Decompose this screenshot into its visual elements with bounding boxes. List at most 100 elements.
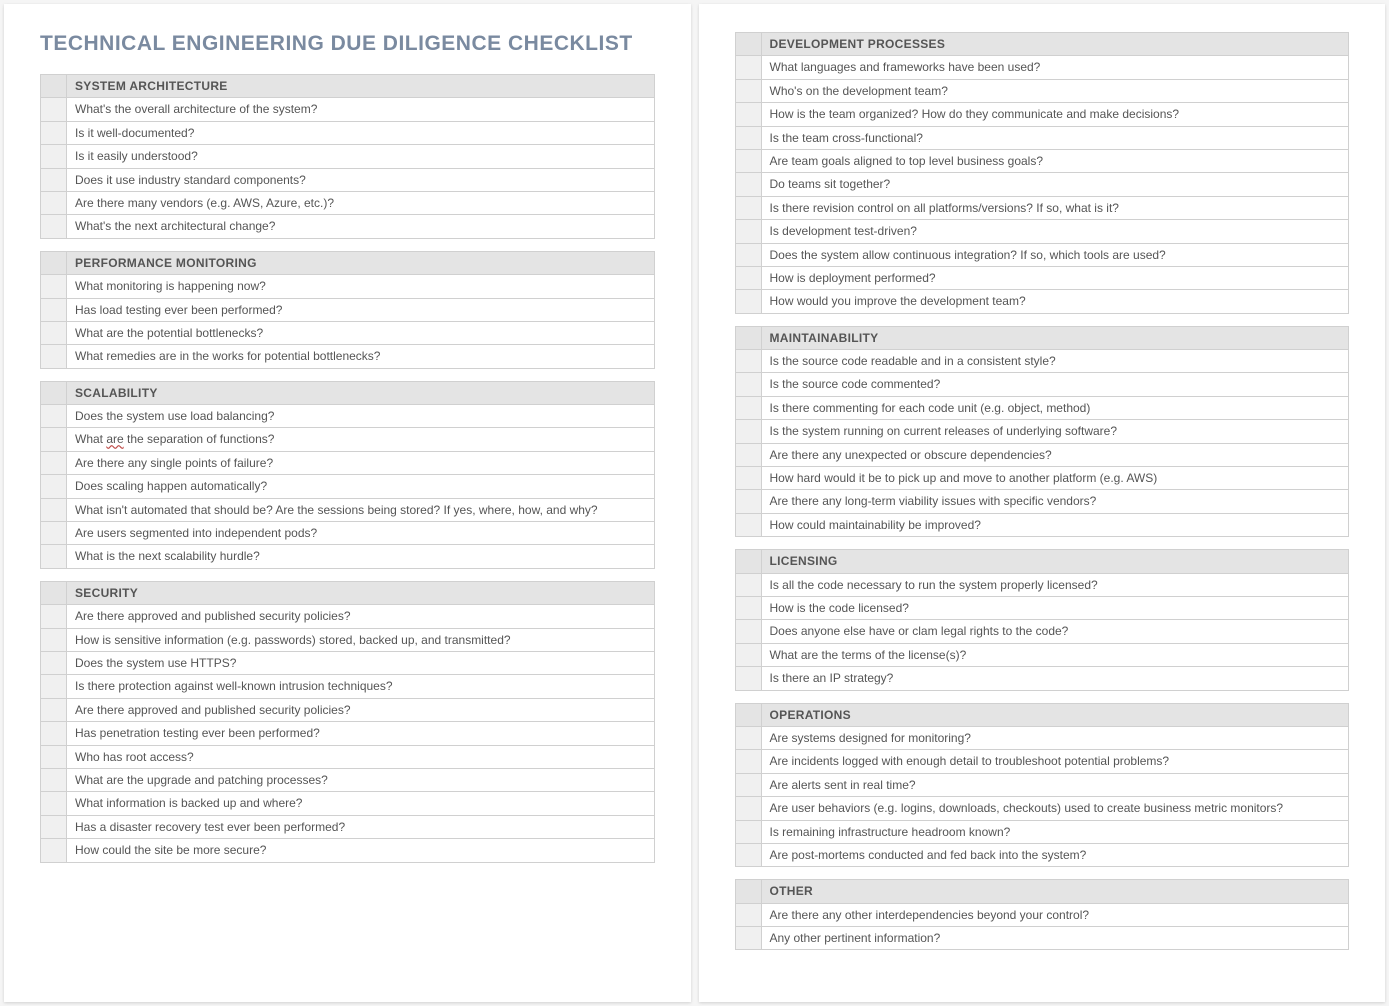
checkbox-cell[interactable]	[735, 726, 761, 749]
checkbox-cell[interactable]	[735, 843, 761, 866]
checkbox-cell[interactable]	[41, 98, 67, 121]
checkbox-cell[interactable]	[41, 275, 67, 298]
checkbox-cell[interactable]	[41, 191, 67, 214]
checkbox-cell[interactable]	[41, 745, 67, 768]
checkbox-cell[interactable]	[41, 451, 67, 474]
checkbox-cell[interactable]	[735, 420, 761, 443]
page-title: TECHNICAL ENGINEERING DUE DILIGENCE CHEC…	[40, 32, 655, 56]
checklist-item: Are post-mortems conducted and fed back …	[761, 843, 1349, 866]
checklist-item: Is there commenting for each code unit (…	[761, 396, 1349, 419]
checklist-item: Are user behaviors (e.g. logins, downloa…	[761, 797, 1349, 820]
checkbox-cell[interactable]	[41, 628, 67, 651]
checkbox-cell[interactable]	[735, 290, 761, 313]
checklist-item: Do teams sit together?	[761, 173, 1349, 196]
checklist-item: What's the next architectural change?	[67, 215, 655, 238]
checkbox-cell[interactable]	[735, 490, 761, 513]
checkbox-cell[interactable]	[41, 651, 67, 674]
checkbox-cell[interactable]	[735, 243, 761, 266]
checkbox-cell[interactable]	[41, 298, 67, 321]
checklist-row: How is the team organized? How do they c…	[735, 103, 1349, 126]
checkbox-cell[interactable]	[41, 722, 67, 745]
checklist-row: Is all the code necessary to run the sys…	[735, 573, 1349, 596]
checklist-row: Is it easily understood?	[41, 145, 655, 168]
checkbox-cell[interactable]	[735, 513, 761, 536]
checkbox-cell[interactable]	[735, 667, 761, 690]
checkbox-cell[interactable]	[41, 698, 67, 721]
checklist-row: What's the next architectural change?	[41, 215, 655, 238]
checklist-item: How could maintainability be improved?	[761, 513, 1349, 536]
checkbox-cell[interactable]	[735, 56, 761, 79]
checkbox-cell[interactable]	[41, 815, 67, 838]
checkbox-cell[interactable]	[735, 596, 761, 619]
checklist-item: What languages and frameworks have been …	[761, 56, 1349, 79]
checkbox-cell[interactable]	[735, 396, 761, 419]
checklist-row: How is sensitive information (e.g. passw…	[41, 628, 655, 651]
checklist-item: Are there approved and published securit…	[67, 698, 655, 721]
checklist-item: What are the separation of functions?	[67, 428, 655, 451]
checkbox-cell[interactable]	[41, 498, 67, 521]
checkbox-cell[interactable]	[735, 149, 761, 172]
checkbox-cell[interactable]	[735, 173, 761, 196]
checkbox-cell[interactable]	[735, 573, 761, 596]
checklist-row: Any other pertinent information?	[735, 927, 1349, 950]
checkbox-cell[interactable]	[735, 373, 761, 396]
checklist-row: Is the team cross-functional?	[735, 126, 1349, 149]
checkbox-cell[interactable]	[41, 345, 67, 368]
checklist-section: MAINTAINABILITYIs the source code readab…	[735, 326, 1350, 538]
checkbox-cell[interactable]	[735, 79, 761, 102]
checkbox-cell[interactable]	[735, 620, 761, 643]
checkbox-cell[interactable]	[41, 605, 67, 628]
checkbox-cell[interactable]	[735, 927, 761, 950]
checklist-item: What monitoring is happening now?	[67, 275, 655, 298]
checklist-row: Has penetration testing ever been perfor…	[41, 722, 655, 745]
checkbox-cell[interactable]	[41, 475, 67, 498]
checkbox-cell[interactable]	[735, 903, 761, 926]
checklist-item: What's the overall architecture of the s…	[67, 98, 655, 121]
checklist-row: What information is backed up and where?	[41, 792, 655, 815]
checklist-row: What remedies are in the works for poten…	[41, 345, 655, 368]
checkbox-cell[interactable]	[735, 443, 761, 466]
checkbox-cell[interactable]	[735, 126, 761, 149]
checkbox-cell[interactable]	[735, 467, 761, 490]
checkbox-cell[interactable]	[735, 220, 761, 243]
grammar-underline: are	[106, 432, 123, 446]
checklist-item: Are users segmented into independent pod…	[67, 522, 655, 545]
checkbox-cell[interactable]	[735, 266, 761, 289]
header-checkbox-cell	[41, 581, 67, 604]
checkbox-cell[interactable]	[41, 522, 67, 545]
checklist-item: Is the source code readable and in a con…	[761, 350, 1349, 373]
checkbox-cell[interactable]	[735, 820, 761, 843]
checklist-item: Has load testing ever been performed?	[67, 298, 655, 321]
checkbox-cell[interactable]	[735, 350, 761, 373]
checkbox-cell[interactable]	[41, 321, 67, 344]
checkbox-cell[interactable]	[735, 103, 761, 126]
checkbox-cell[interactable]	[41, 768, 67, 791]
checklist-item: How is the code licensed?	[761, 596, 1349, 619]
checklist-item: Is all the code necessary to run the sys…	[761, 573, 1349, 596]
checkbox-cell[interactable]	[41, 145, 67, 168]
checkbox-cell[interactable]	[735, 643, 761, 666]
checklist-table: DEVELOPMENT PROCESSESWhat languages and …	[735, 32, 1350, 314]
checkbox-cell[interactable]	[735, 750, 761, 773]
header-checkbox-cell	[735, 326, 761, 349]
checklist-row: What's the overall architecture of the s…	[41, 98, 655, 121]
checkbox-cell[interactable]	[735, 196, 761, 219]
checkbox-cell[interactable]	[735, 773, 761, 796]
checkbox-cell[interactable]	[735, 797, 761, 820]
checkbox-cell[interactable]	[41, 428, 67, 451]
section-heading: OTHER	[761, 880, 1349, 903]
checklist-item: Is there an IP strategy?	[761, 667, 1349, 690]
checkbox-cell[interactable]	[41, 839, 67, 862]
checkbox-cell[interactable]	[41, 405, 67, 428]
checkbox-cell[interactable]	[41, 545, 67, 568]
checkbox-cell[interactable]	[41, 675, 67, 698]
section-heading: OPERATIONS	[761, 703, 1349, 726]
checkbox-cell[interactable]	[41, 168, 67, 191]
checklist-row: Does it use industry standard components…	[41, 168, 655, 191]
section-header-row: DEVELOPMENT PROCESSES	[735, 33, 1349, 56]
checkbox-cell[interactable]	[41, 121, 67, 144]
checkbox-cell[interactable]	[41, 215, 67, 238]
checklist-item: How would you improve the development te…	[761, 290, 1349, 313]
checklist-row: Has a disaster recovery test ever been p…	[41, 815, 655, 838]
checkbox-cell[interactable]	[41, 792, 67, 815]
